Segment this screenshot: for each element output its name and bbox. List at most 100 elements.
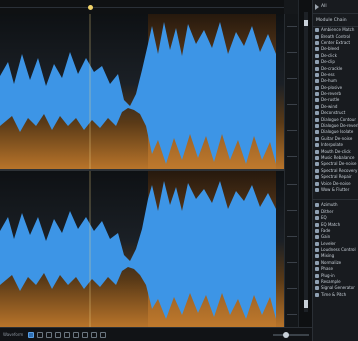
utility-module-list: Azimuth Dither EQ EQ Match Fade Gain Leveler Lo… — [313, 202, 358, 298]
scale-tick — [287, 288, 297, 289]
module-icon — [315, 79, 319, 84]
magic-wand-tool-button[interactable] — [73, 331, 79, 338]
module-icon — [315, 156, 319, 160]
waveform-view-button[interactable] — [28, 331, 34, 338]
module-label: Ambience Match — [321, 27, 355, 33]
module-label: De-hum — [321, 78, 337, 84]
module-icon — [315, 216, 319, 221]
time-selection-tool-button[interactable] — [46, 331, 52, 338]
level-meter-track — [304, 12, 308, 312]
channel-right[interactable] — [0, 171, 284, 327]
module-panel-header[interactable]: All — [313, 0, 358, 14]
module-label: Interpolate — [321, 142, 343, 148]
module-icon — [315, 104, 319, 109]
module-label: Dialogue Isolate — [321, 129, 354, 135]
module-icon — [315, 47, 319, 52]
module-label: Dialogue De-reverb — [321, 123, 358, 129]
playhead-marker[interactable] — [88, 5, 93, 10]
module-label: De-click — [321, 52, 337, 58]
module-icon — [315, 267, 319, 272]
module-label: Spectral Recovery — [321, 167, 358, 173]
module-label: Fade — [321, 227, 331, 233]
module-label: De-wind — [321, 103, 338, 109]
module-label: Plug-in — [321, 272, 335, 278]
module-icon — [315, 149, 319, 154]
module-label: Azimuth — [321, 202, 338, 208]
module-label: Deconstruct — [321, 110, 346, 116]
module-icon — [315, 117, 319, 122]
scale-tick — [287, 210, 297, 211]
module-icon — [315, 85, 319, 90]
module-icon — [315, 235, 319, 240]
module-label: De-crackle — [321, 65, 343, 71]
module-icon — [315, 181, 319, 186]
module-icon — [315, 124, 319, 129]
brush-tool-button[interactable] — [82, 331, 88, 338]
channel-right-display — [0, 171, 284, 327]
module-label: Guitar De-noise — [321, 135, 353, 141]
spectrogram-view-button[interactable] — [37, 331, 43, 338]
waveform-overview[interactable] — [0, 0, 284, 15]
scale-tick — [287, 78, 297, 79]
module-label: Center Extract — [321, 39, 351, 45]
module-icon — [315, 209, 319, 214]
module-icon — [315, 60, 319, 65]
rx-editor-window: All Module Chain Ambience Match Breath Co… — [0, 0, 358, 341]
module-chain-selector[interactable]: Module Chain — [313, 14, 358, 27]
module-label: Normalize — [321, 259, 342, 265]
module-icon — [315, 254, 319, 259]
module-icon — [315, 53, 319, 58]
bottom-toolbar: Waveform — [0, 327, 312, 341]
frequency-selection-tool-button[interactable] — [55, 331, 61, 338]
module-label: De-clip — [321, 59, 335, 65]
lasso-tool-button[interactable] — [64, 331, 70, 338]
module-label: Resample — [321, 279, 341, 285]
module-panel: All Module Chain Ambience Match Breath Co… — [312, 0, 358, 341]
hand-tool-button[interactable] — [100, 331, 106, 338]
module-label: Wow & Flutter — [321, 186, 350, 192]
zoom-slider-knob[interactable] — [283, 331, 289, 338]
view-mode-label: Waveform — [3, 332, 24, 337]
spectrogram-view[interactable] — [0, 14, 284, 327]
module-icon — [315, 241, 319, 246]
module-label: Gain — [321, 234, 331, 240]
level-meter-floor — [304, 300, 308, 308]
module-label: Voice De-noise — [321, 180, 351, 186]
module-icon — [315, 248, 319, 253]
frequency-scale[interactable] — [284, 14, 299, 327]
module-label: Leveler — [321, 240, 336, 246]
scale-tick — [287, 314, 297, 315]
module-icon — [315, 286, 319, 291]
module-icon — [315, 168, 319, 173]
level-meter-peak — [304, 20, 308, 26]
module-label: Music Rebalance — [321, 155, 355, 160]
module-icon — [315, 66, 319, 71]
expand-triangle-icon[interactable] — [315, 3, 319, 10]
module-icon — [315, 92, 319, 97]
module-label: De-ess — [321, 71, 335, 77]
scale-tick — [287, 156, 297, 157]
overview-track — [0, 7, 284, 8]
module-icon — [315, 111, 319, 116]
module-icon — [315, 162, 319, 167]
module-label: Dialogue Contour — [321, 116, 356, 122]
module-icon — [315, 136, 319, 141]
module-label: Spectral Repair — [321, 174, 352, 180]
scale-tick — [287, 52, 297, 53]
repair-module-list: Ambience Match Breath Control Center Extra… — [313, 27, 358, 193]
module-label: EQ Match — [321, 221, 341, 227]
module-label: Mixing — [321, 253, 335, 259]
module-item[interactable]: Time & Pitch — [313, 292, 358, 298]
channel-left[interactable] — [0, 14, 284, 169]
level-meter — [298, 0, 313, 327]
module-chain-label: Module Chain — [316, 17, 347, 23]
channel-left-display — [0, 14, 284, 169]
module-icon — [315, 260, 319, 265]
zoom-slider[interactable] — [273, 331, 309, 338]
module-icon — [315, 40, 319, 45]
module-icon — [315, 98, 319, 103]
zoom-tool-button[interactable] — [91, 331, 97, 338]
scale-tick — [287, 26, 297, 27]
module-icon — [315, 203, 319, 208]
module-icon — [315, 228, 319, 233]
